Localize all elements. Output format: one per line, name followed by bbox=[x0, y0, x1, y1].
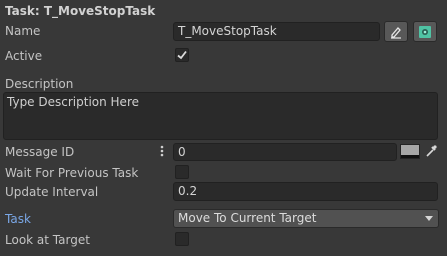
look-at-target-label: Look at Target bbox=[5, 233, 90, 247]
look-at-target-checkbox[interactable] bbox=[175, 232, 189, 246]
more-vertical-icon[interactable] bbox=[160, 145, 164, 157]
name-input[interactable]: T_MoveStopTask bbox=[173, 22, 380, 41]
task-label: Task bbox=[5, 212, 31, 226]
inspector-title: Task: T_MoveStopTask bbox=[5, 4, 156, 18]
dropdown-arrow-icon bbox=[425, 216, 433, 221]
active-checkbox[interactable] bbox=[175, 48, 189, 62]
name-label: Name bbox=[5, 24, 41, 38]
ping-object-button[interactable] bbox=[413, 21, 437, 42]
description-textarea[interactable]: Type Description Here bbox=[3, 92, 438, 140]
description-label: Description bbox=[5, 77, 74, 91]
wait-for-previous-checkbox[interactable] bbox=[175, 165, 189, 179]
edit-name-button[interactable] bbox=[384, 21, 408, 42]
update-interval-input[interactable]: 0.2 bbox=[173, 182, 438, 201]
eyedropper-icon[interactable] bbox=[424, 144, 438, 158]
wait-for-previous-label: Wait For Previous Task bbox=[5, 166, 139, 180]
active-label: Active bbox=[5, 49, 43, 63]
task-dropdown-value: Move To Current Target bbox=[178, 211, 317, 225]
update-interval-label: Update Interval bbox=[5, 185, 99, 199]
ping-object-icon bbox=[419, 25, 431, 38]
message-id-label: Message ID bbox=[5, 145, 75, 159]
task-dropdown[interactable]: Move To Current Target bbox=[173, 209, 439, 228]
checkmark-icon bbox=[177, 50, 187, 60]
message-id-input[interactable]: 0 bbox=[173, 143, 397, 161]
edit-icon bbox=[391, 26, 401, 39]
color-swatch[interactable] bbox=[400, 144, 420, 159]
